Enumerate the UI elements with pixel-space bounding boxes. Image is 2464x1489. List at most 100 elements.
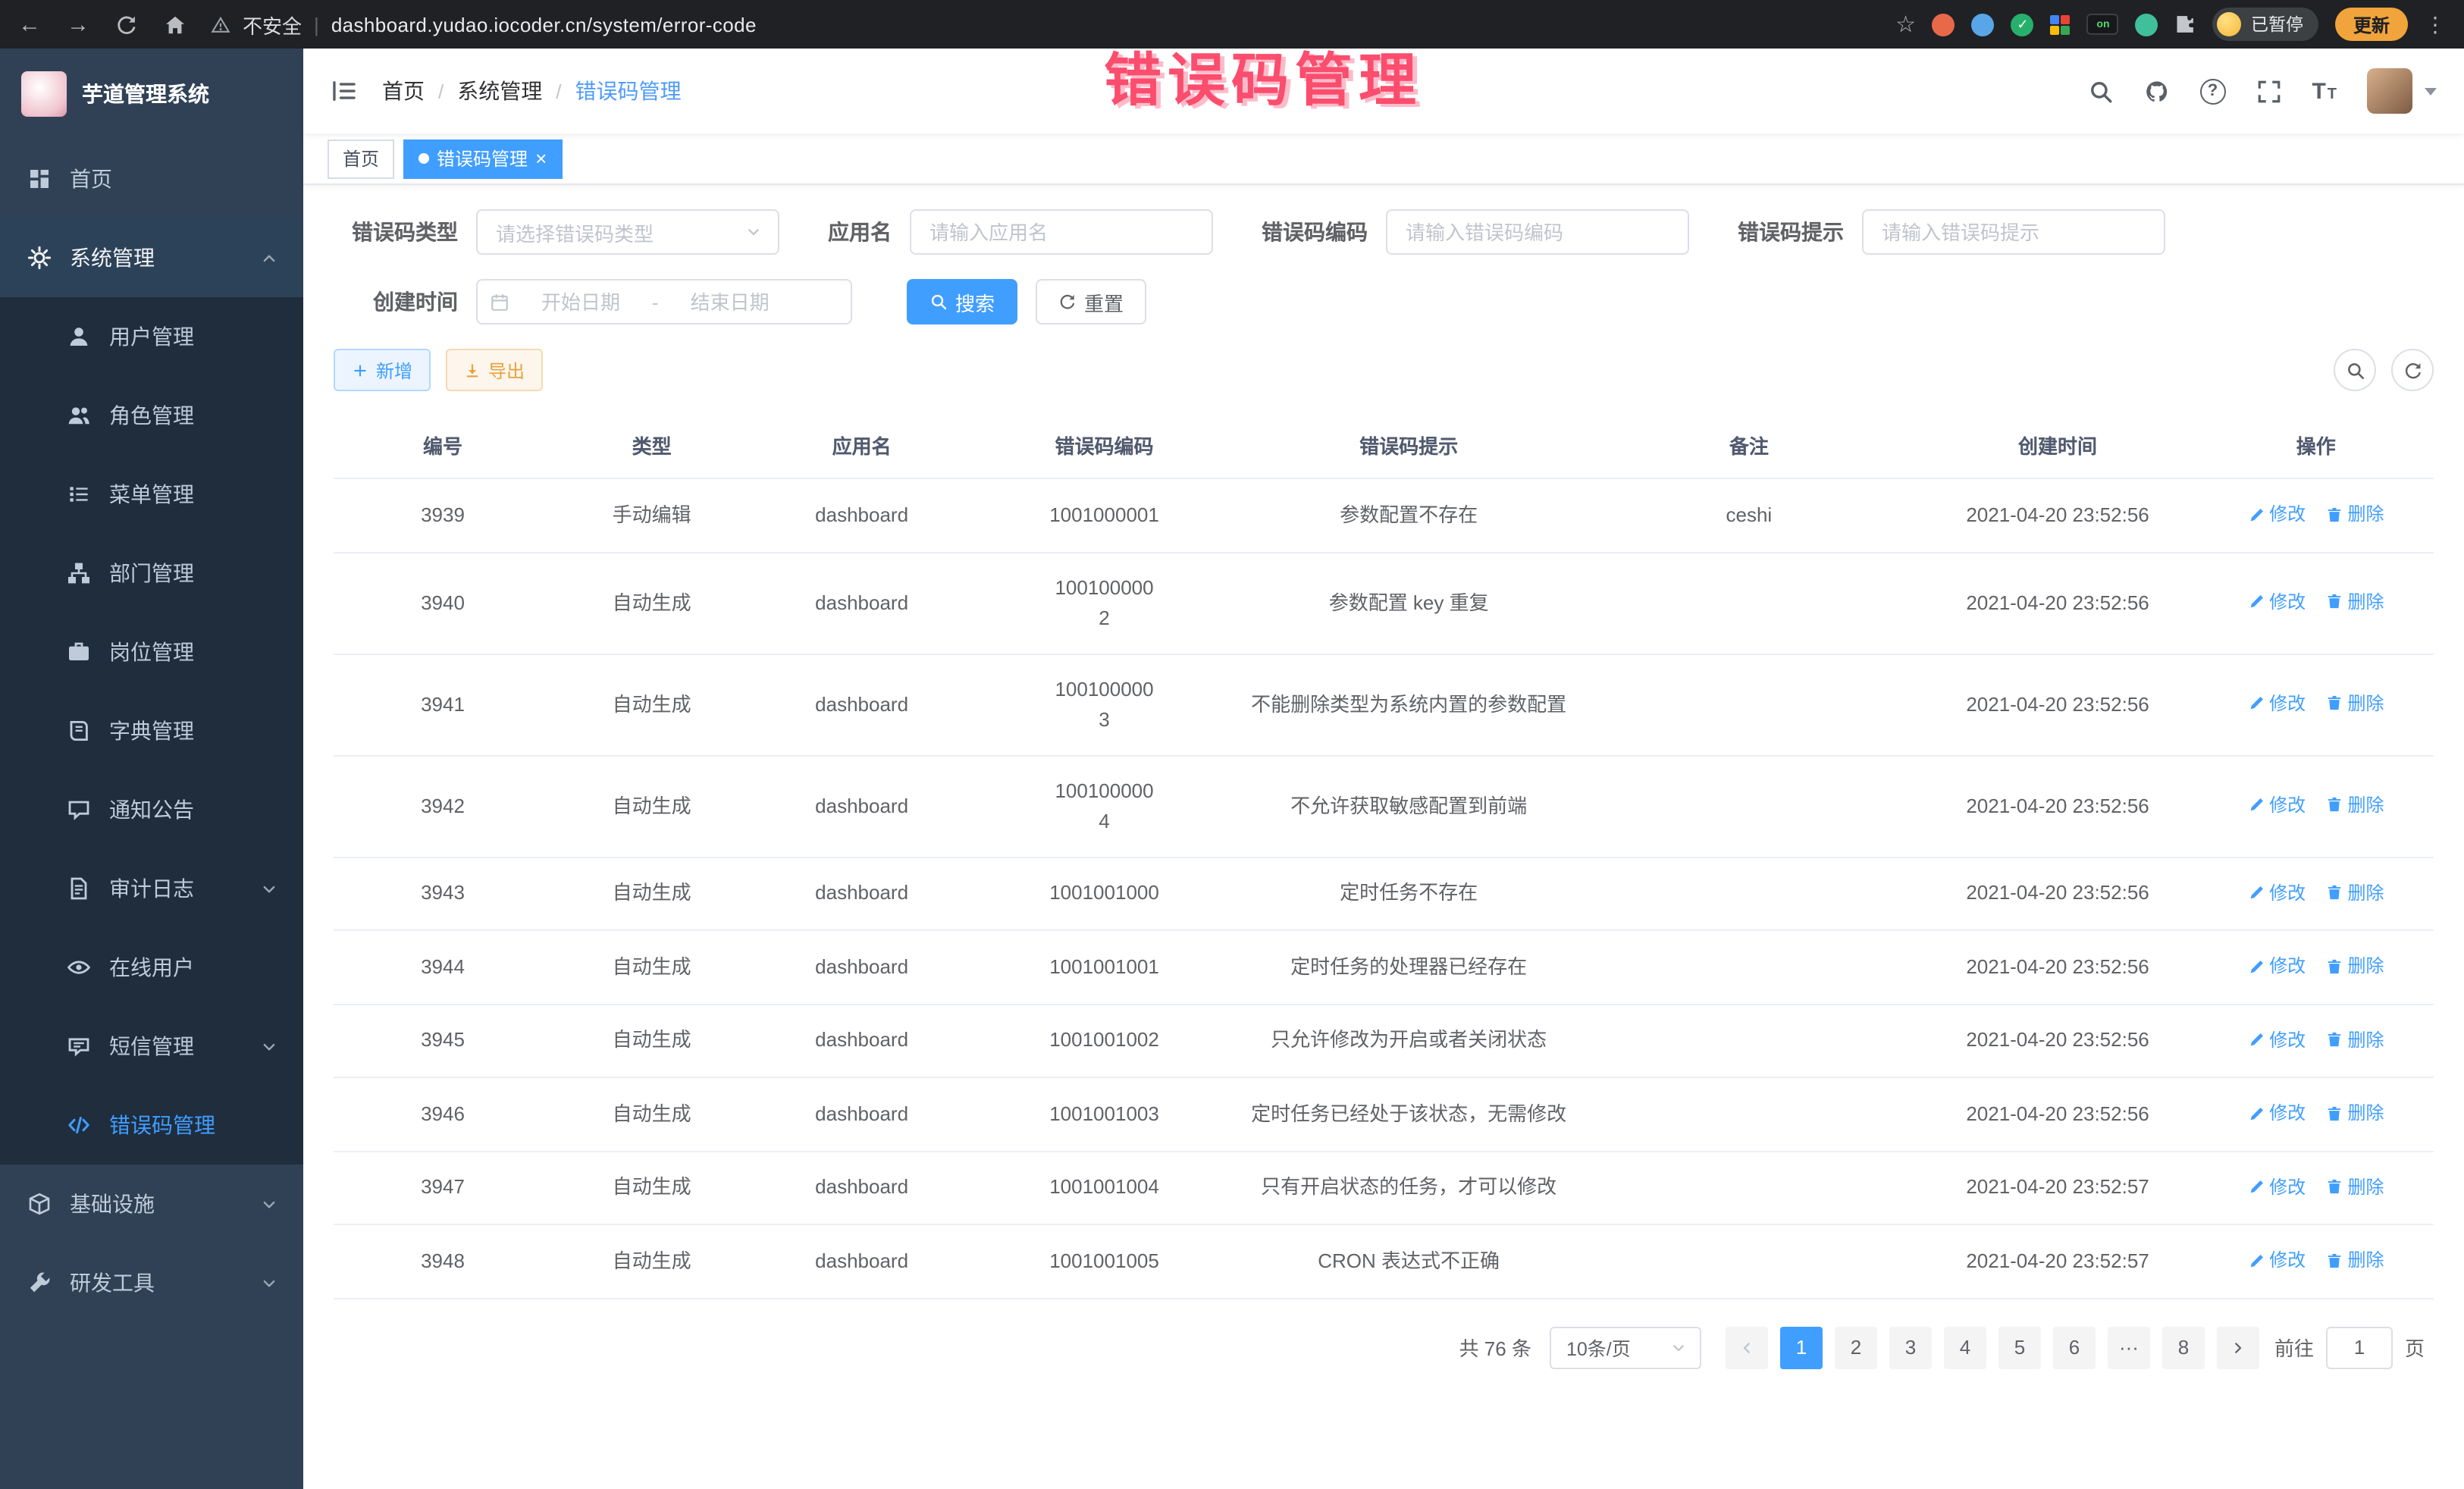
extension-icon-teal[interactable] bbox=[2136, 13, 2158, 36]
delete-link[interactable]: 删除 bbox=[2326, 877, 2384, 908]
delete-link[interactable]: 删除 bbox=[2326, 1245, 2384, 1275]
sidebar-item-role-management[interactable]: 角色管理 bbox=[0, 376, 303, 455]
sidebar-item-user-management[interactable]: 用户管理 bbox=[0, 297, 303, 376]
create-time-range-picker[interactable]: - bbox=[476, 279, 852, 324]
refresh-table-button[interactable] bbox=[2391, 349, 2434, 391]
prev-page-button[interactable] bbox=[1726, 1326, 1768, 1368]
caret-down-icon[interactable] bbox=[2425, 87, 2437, 95]
edit-link[interactable]: 修改 bbox=[2248, 688, 2306, 719]
sidebar-item-system-management[interactable]: 系统管理 bbox=[0, 218, 303, 297]
edit-link[interactable]: 修改 bbox=[2248, 790, 2306, 820]
sidebar-item-error-code-management[interactable]: 错误码管理 bbox=[0, 1086, 303, 1165]
sidebar-item-dict-management[interactable]: 字典管理 bbox=[0, 691, 303, 770]
edit-link[interactable]: 修改 bbox=[2248, 1171, 2306, 1202]
page-button-2[interactable]: 2 bbox=[1835, 1326, 1877, 1368]
sidebar-item-online-users[interactable]: 在线用户 bbox=[0, 928, 303, 1007]
page-button-5[interactable]: 5 bbox=[1998, 1326, 2041, 1368]
start-date-input[interactable] bbox=[514, 290, 647, 313]
main-panel: 首页 / 系统管理 / 错误码管理 ? TT 首 bbox=[303, 49, 2464, 1489]
search-icon[interactable] bbox=[2087, 78, 2113, 104]
delete-link[interactable]: 删除 bbox=[2326, 688, 2384, 719]
breadcrumb-home[interactable]: 首页 bbox=[382, 76, 425, 106]
extension-icon-check[interactable]: ✓ bbox=[2011, 13, 2034, 36]
browser-nav-controls: ← → bbox=[18, 13, 187, 36]
tab-error-code-management[interactable]: 错误码管理 × bbox=[403, 139, 562, 178]
profile-badge[interactable]: 已暂停 bbox=[2213, 8, 2318, 41]
github-icon[interactable] bbox=[2143, 78, 2169, 104]
delete-link[interactable]: 删除 bbox=[2326, 1024, 2384, 1055]
user-avatar[interactable] bbox=[2367, 68, 2412, 114]
sidebar-item-notice[interactable]: 通知公告 bbox=[0, 770, 303, 849]
chrome-update-button[interactable]: 更新 bbox=[2335, 8, 2408, 41]
browser-toolbar-right: ☆ ✓ on 已暂停 更新 ⋮ bbox=[1895, 8, 2446, 41]
page-button-6[interactable]: 6 bbox=[2053, 1326, 2096, 1368]
app-logo[interactable]: 芋道管理系统 bbox=[0, 49, 303, 139]
delete-link[interactable]: 删除 bbox=[2326, 1098, 2384, 1128]
page-button-4[interactable]: 4 bbox=[1944, 1326, 1986, 1368]
sidebar-item-home[interactable]: 首页 bbox=[0, 139, 303, 218]
edit-link[interactable]: 修改 bbox=[2248, 951, 2306, 981]
export-button[interactable]: 导出 bbox=[446, 349, 543, 391]
delete-link[interactable]: 删除 bbox=[2326, 587, 2384, 617]
sidebar-item-audit-log[interactable]: 审计日志 bbox=[0, 849, 303, 928]
more-pages-button[interactable]: ··· bbox=[2108, 1326, 2150, 1368]
delete-link[interactable]: 删除 bbox=[2326, 790, 2384, 820]
sidebar-item-menu-management[interactable]: 菜单管理 bbox=[0, 455, 303, 534]
search-button[interactable]: 搜索 bbox=[907, 279, 1017, 324]
extension-icon-grid[interactable] bbox=[2051, 14, 2071, 34]
font-size-icon[interactable]: TT bbox=[2312, 78, 2337, 104]
back-icon[interactable]: ← bbox=[18, 13, 41, 36]
cell-operation: 修改 删除 bbox=[2199, 1224, 2434, 1298]
address-bar[interactable]: 不安全 | dashboard.yudao.iocoder.cn/system/… bbox=[211, 10, 757, 39]
reload-icon[interactable] bbox=[115, 13, 138, 36]
extension-icon-blue[interactable] bbox=[1972, 13, 1995, 36]
sidebar-item-post-management[interactable]: 岗位管理 bbox=[0, 613, 303, 691]
fullscreen-icon[interactable] bbox=[2256, 78, 2281, 104]
next-page-button[interactable] bbox=[2217, 1326, 2259, 1368]
breadcrumb-system[interactable]: 系统管理 bbox=[457, 76, 542, 106]
close-tab-icon[interactable]: × bbox=[535, 149, 547, 168]
reset-button[interactable]: 重置 bbox=[1036, 279, 1146, 324]
page-button-8[interactable]: 8 bbox=[2162, 1326, 2205, 1368]
end-date-input[interactable] bbox=[663, 290, 797, 313]
extension-icon-red[interactable] bbox=[1933, 13, 1955, 36]
bookmark-star-icon[interactable]: ☆ bbox=[1895, 13, 1916, 36]
error-code-input[interactable] bbox=[1386, 209, 1689, 255]
edit-link[interactable]: 修改 bbox=[2248, 1024, 2306, 1055]
browser-menu-icon[interactable]: ⋮ bbox=[2425, 14, 2446, 35]
goto-page-input[interactable] bbox=[2326, 1326, 2393, 1368]
sidebar-item-dept-management[interactable]: 部门管理 bbox=[0, 534, 303, 613]
sidebar-item-dev-tools[interactable]: 研发工具 bbox=[0, 1243, 303, 1322]
edit-link[interactable]: 修改 bbox=[2248, 499, 2306, 529]
column-header-app: 应用名 bbox=[751, 412, 972, 478]
error-hint-label: 错误码提示 bbox=[1738, 217, 1862, 247]
error-type-select[interactable]: 请选择错误码类型 bbox=[476, 209, 779, 255]
page-button-1[interactable]: 1 bbox=[1780, 1326, 1823, 1368]
page-size-select[interactable]: 10条/页 bbox=[1550, 1326, 1701, 1368]
edit-link[interactable]: 修改 bbox=[2248, 1098, 2306, 1128]
cell-type: 自动生成 bbox=[552, 1151, 751, 1224]
sidebar-toggle-icon[interactable] bbox=[331, 77, 358, 105]
sidebar-item-sms-management[interactable]: 短信管理 bbox=[0, 1007, 303, 1086]
help-icon[interactable]: ? bbox=[2199, 78, 2225, 104]
toggle-search-button[interactable] bbox=[2334, 349, 2376, 391]
delete-link[interactable]: 删除 bbox=[2326, 1171, 2384, 1202]
page-button-3[interactable]: 3 bbox=[1889, 1326, 1932, 1368]
delete-link[interactable]: 删除 bbox=[2326, 951, 2384, 981]
edit-link[interactable]: 修改 bbox=[2248, 1245, 2306, 1275]
forward-icon[interactable]: → bbox=[67, 13, 89, 36]
table-row: 3941 自动生成 dashboard 100100000 3 不能删除类型为系… bbox=[334, 654, 2434, 755]
edit-link[interactable]: 修改 bbox=[2248, 877, 2306, 908]
extensions-puzzle-icon[interactable] bbox=[2175, 14, 2196, 35]
cell-hint: 不允许获取敏感配置到前端 bbox=[1237, 755, 1581, 857]
error-hint-input[interactable] bbox=[1862, 209, 2165, 255]
extension-icon-switch[interactable]: on bbox=[2087, 14, 2119, 35]
add-button[interactable]: 新增 bbox=[334, 349, 431, 391]
tab-home[interactable]: 首页 bbox=[328, 139, 394, 178]
browser-home-icon[interactable] bbox=[164, 13, 187, 36]
calendar-icon bbox=[490, 292, 509, 312]
edit-link[interactable]: 修改 bbox=[2248, 587, 2306, 617]
delete-link[interactable]: 删除 bbox=[2326, 499, 2384, 529]
app-name-input[interactable] bbox=[910, 209, 1213, 255]
sidebar-item-infrastructure[interactable]: 基础设施 bbox=[0, 1165, 303, 1243]
